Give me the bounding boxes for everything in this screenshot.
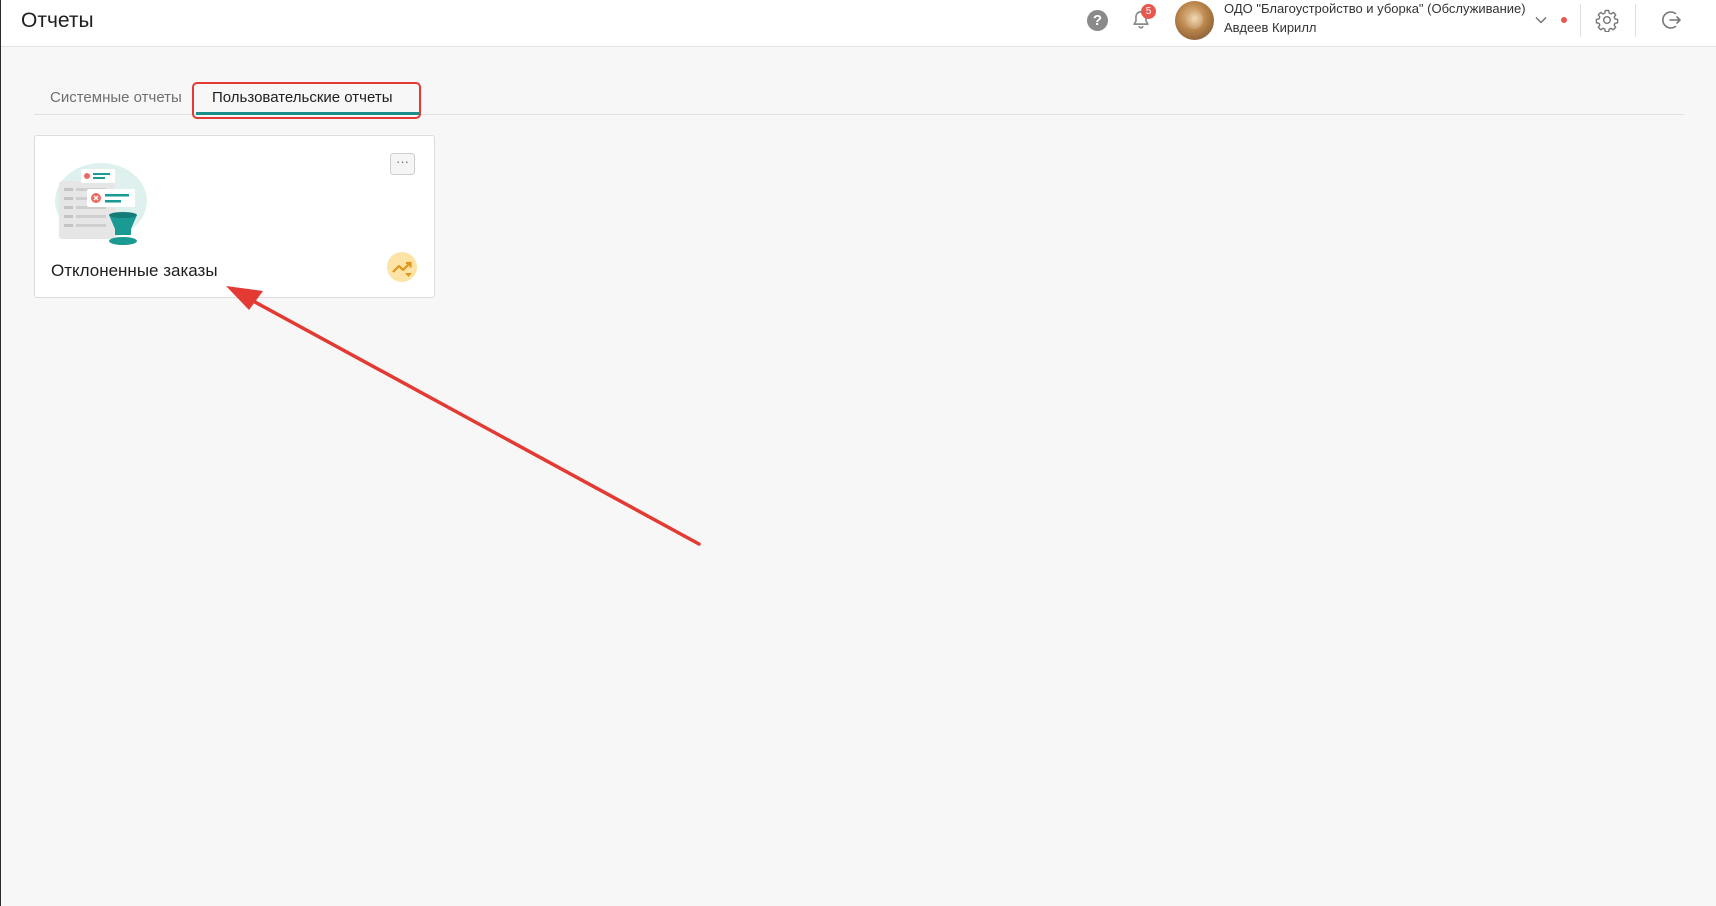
more-options-button[interactable]: ··· xyxy=(390,153,415,175)
page: Отчеты ? 5 ОДО "Благоустройство и уборка… xyxy=(0,0,1716,906)
organization-name[interactable]: ОДО "Благоустройство и уборка" (Обслужив… xyxy=(1224,1,1526,16)
header-divider xyxy=(1635,4,1636,37)
report-card[interactable]: ··· Отклоненные заказы xyxy=(34,135,435,298)
gear-icon[interactable] xyxy=(1595,8,1619,32)
top-bar: Отчеты ? 5 ОДО "Благоустройство и уборка… xyxy=(1,0,1716,47)
analytics-icon xyxy=(387,252,417,282)
help-icon[interactable]: ? xyxy=(1087,10,1108,31)
chevron-down-icon[interactable] xyxy=(1534,13,1548,27)
header-divider xyxy=(1580,4,1581,37)
user-name[interactable]: Авдеев Кирилл xyxy=(1224,20,1317,35)
report-illustration-icon xyxy=(55,163,147,245)
page-title: Отчеты xyxy=(21,9,94,32)
annotation-highlight-box xyxy=(192,82,421,119)
report-title[interactable]: Отклоненные заказы xyxy=(51,261,218,281)
logout-icon[interactable] xyxy=(1659,8,1683,32)
notification-badge: 5 xyxy=(1141,4,1156,19)
tab-system-reports[interactable]: Системные отчеты xyxy=(50,80,182,115)
avatar[interactable] xyxy=(1175,1,1214,40)
status-dot xyxy=(1561,17,1567,23)
